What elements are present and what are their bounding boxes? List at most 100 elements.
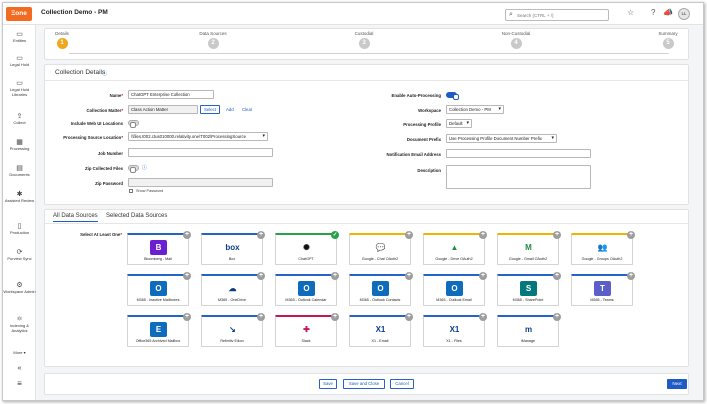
step-summary[interactable]: Summary 5 xyxy=(648,31,688,49)
sidebar-item-purview-sync[interactable]: ⟳ Purview Sync xyxy=(3,249,36,262)
help-icon[interactable]: ? xyxy=(651,8,655,17)
step-number: 5 xyxy=(662,38,674,49)
data-source-tile[interactable]: ▲ Google - Drive OAuth2 + xyxy=(423,231,487,265)
sidebar-item-collect[interactable]: ⇪ Collect xyxy=(3,113,36,126)
data-source-tile[interactable]: 💬 Google - Chat OAuth2 + xyxy=(349,231,413,265)
select-matter-button[interactable]: Select xyxy=(200,105,220,114)
add-icon[interactable]: + xyxy=(479,231,487,239)
next-button[interactable]: Next xyxy=(667,379,687,389)
add-icon[interactable]: + xyxy=(553,272,561,280)
add-icon[interactable]: + xyxy=(479,313,487,321)
step-custodial[interactable]: Custodial 3 xyxy=(344,31,384,49)
description-field[interactable] xyxy=(446,165,591,189)
sidebar-item-legal-hold-libraries[interactable]: ▭ Legal Hold Libraries xyxy=(3,80,36,97)
job-number-label: Job Number xyxy=(97,151,123,156)
job-number-field[interactable] xyxy=(128,148,273,157)
tab-selected-data-sources[interactable]: Selected Data Sources xyxy=(106,213,167,219)
megaphone-icon[interactable]: 📣 xyxy=(663,8,673,17)
add-icon[interactable]: + xyxy=(257,313,265,321)
data-source-tile[interactable]: B Bloomberg - Mail + xyxy=(127,231,191,265)
save-and-close-button[interactable]: Save and Close xyxy=(343,379,385,389)
add-icon[interactable]: + xyxy=(553,231,561,239)
sidebar-item-entities[interactable]: ▭ Entities xyxy=(3,31,36,44)
avatar[interactable]: LL xyxy=(678,8,690,20)
psl-select[interactable]: \\files.t002.ctus010000.relativity.one\T… xyxy=(128,132,268,141)
add-icon[interactable]: + xyxy=(627,272,635,280)
data-source-tile[interactable]: 👥 Google - Groups OAuth2 + xyxy=(571,231,635,265)
document-prefix-select[interactable]: Use Processing Profile Document Number P… xyxy=(446,134,557,143)
data-source-tile[interactable]: O M365 - Outlook Email + xyxy=(423,272,487,306)
search-input[interactable]: ⌕ Search (CTRL + /) xyxy=(505,9,609,21)
data-source-tile[interactable]: m iManage + xyxy=(497,313,561,347)
data-source-tile[interactable]: T M365 - Teams + xyxy=(571,272,635,306)
data-source-tile[interactable]: box Box + xyxy=(201,231,265,265)
data-source-tile[interactable]: X1 X1 - Files + xyxy=(423,313,487,347)
sidebar-item-workspace-admin[interactable]: ⚙ Workspace Admin xyxy=(3,282,36,295)
zip-password-field xyxy=(128,178,273,187)
notification-email-field[interactable] xyxy=(446,149,591,158)
workspace-select[interactable]: Collection Demo - PM xyxy=(446,105,504,114)
sidebar-item-legal-hold[interactable]: ▭ Legal Hold xyxy=(3,55,36,68)
processing-profile-select[interactable]: Default xyxy=(446,119,472,128)
sidebar-item-indexing-analytics[interactable]: ⚛ Indexing & Analytics xyxy=(3,316,36,333)
show-password-checkbox[interactable] xyxy=(129,189,133,193)
add-icon[interactable]: + xyxy=(331,313,339,321)
sidebar-more[interactable]: More ▾ xyxy=(3,350,36,356)
save-button[interactable]: Save xyxy=(319,379,337,389)
top-bar: Ξone Collection Demo - PM ⌕ Search (CTRL… xyxy=(3,3,703,25)
matter-label: Collection Matter* xyxy=(45,108,123,113)
step-non-custodial[interactable]: Non-Custodial 4 xyxy=(496,31,536,49)
add-icon[interactable]: + xyxy=(257,272,265,280)
add-icon[interactable]: + xyxy=(405,313,413,321)
data-source-tile[interactable]: S M365 - SharePoint + xyxy=(497,272,561,306)
data-source-tile[interactable]: X1 X1 - Email + xyxy=(349,313,413,347)
relativity-logo[interactable]: Ξone xyxy=(6,7,32,21)
step-label: Details xyxy=(55,31,69,36)
add-icon[interactable]: + xyxy=(479,272,487,280)
sidebar-item-processing[interactable]: ▦ Processing xyxy=(3,139,36,152)
add-icon[interactable]: + xyxy=(627,231,635,239)
star-icon[interactable]: ☆ xyxy=(627,8,634,17)
add-icon[interactable]: + xyxy=(405,231,413,239)
data-source-tile[interactable]: O M365 - Inactive Mailboxes + xyxy=(127,272,191,306)
data-source-label: M365 - OneDrive xyxy=(217,298,247,302)
step-data-sources[interactable]: Data Sources 2 xyxy=(193,31,233,49)
add-matter-link[interactable]: Add xyxy=(226,107,234,112)
data-source-label: Slack xyxy=(301,339,311,343)
auto-processing-toggle[interactable] xyxy=(446,92,459,100)
step-details[interactable]: Details 1 xyxy=(42,31,82,49)
cancel-button[interactable]: Cancel xyxy=(390,379,414,389)
name-field[interactable]: ChatGPT Enterprise Collection xyxy=(128,90,214,99)
clear-matter-link[interactable]: Clear xyxy=(242,107,252,112)
add-icon[interactable]: + xyxy=(405,272,413,280)
add-icon[interactable]: + xyxy=(331,272,339,280)
sidebar-item-assisted-review[interactable]: ✱ Assisted Review xyxy=(3,191,36,204)
refinitiv-icon: ↘ xyxy=(224,322,241,337)
collapse-sidebar-button[interactable]: « xyxy=(3,365,36,373)
add-icon[interactable]: + xyxy=(183,231,191,239)
sidebar-item-documents[interactable]: ▤ Documents xyxy=(3,165,36,178)
data-source-tile[interactable]: M Google - Gmail OAuth2 + xyxy=(497,231,561,265)
data-source-tile[interactable]: ✺ ChatGPT ✓ xyxy=(275,231,339,265)
add-icon[interactable]: + xyxy=(553,313,561,321)
add-icon[interactable]: + xyxy=(183,272,191,280)
tab-all-data-sources[interactable]: All Data Sources xyxy=(53,213,98,222)
zip-collected-toggle[interactable] xyxy=(128,165,139,173)
info-icon[interactable]: ⓘ xyxy=(142,164,147,171)
checkmark-icon[interactable]: ✓ xyxy=(331,231,339,239)
outlook-contacts-icon: O xyxy=(372,281,389,296)
web-ui-toggle[interactable] xyxy=(128,120,139,128)
data-source-tile[interactable]: O M365 - Outlook Contacts + xyxy=(349,272,413,306)
data-source-tile[interactable]: ↘ Refinitiv Eikon + xyxy=(201,313,265,347)
data-source-label: M365 - Outlook Contacts xyxy=(359,298,401,302)
data-source-label: Google - Gmail OAuth2 xyxy=(508,257,548,261)
info-icon[interactable]: ⓘ xyxy=(102,70,107,77)
add-icon[interactable]: + xyxy=(257,231,265,239)
sidebar-item-production[interactable]: ▯ Production xyxy=(3,223,36,236)
data-source-tile[interactable]: ✚ Slack + xyxy=(275,313,339,347)
data-source-tile[interactable]: ☁ M365 - OneDrive + xyxy=(201,272,265,306)
data-source-tile[interactable]: E Office365 Archived Mailbox + xyxy=(127,313,191,347)
add-icon[interactable]: + xyxy=(183,313,191,321)
menu-icon[interactable]: ≡ xyxy=(3,379,36,388)
data-source-tile[interactable]: O M365 - Outlook Calendar + xyxy=(275,272,339,306)
